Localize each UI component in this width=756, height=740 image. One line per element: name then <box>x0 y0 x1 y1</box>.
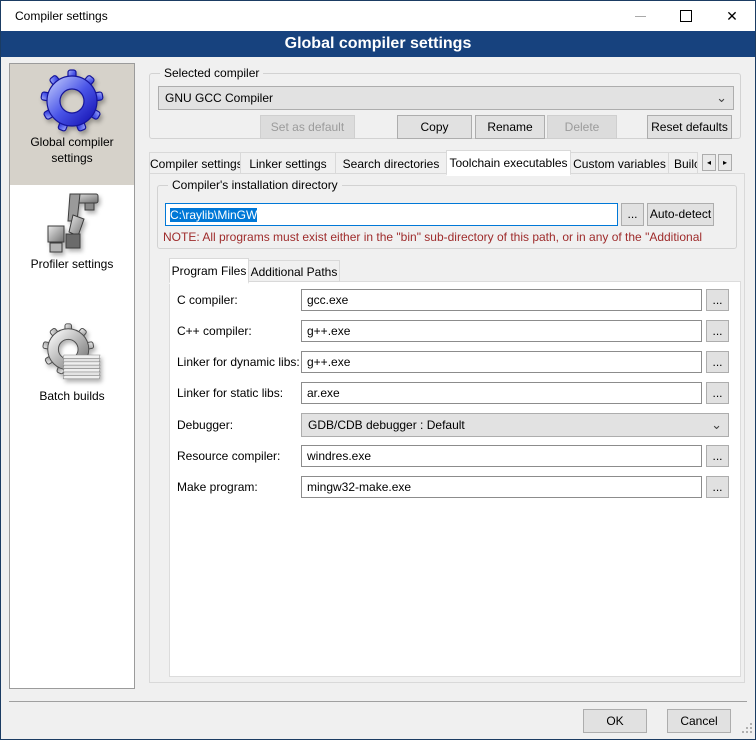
sidebar-item-label: Profiler settings <box>31 257 114 273</box>
sidebar-item-label: Global compiler settings <box>10 135 134 166</box>
c-compiler-field[interactable] <box>301 289 702 311</box>
install-dir-browse-button[interactable]: ... <box>621 203 644 226</box>
close-button[interactable]: ✕ <box>709 1 755 31</box>
tab-toolchain-executables[interactable]: Toolchain executables <box>446 150 571 176</box>
delete-button[interactable]: Delete <box>547 115 617 139</box>
ok-button[interactable]: OK <box>583 709 647 733</box>
page-title: Global compiler settings <box>1 31 755 57</box>
program-files-tabs: Program Files Additional Paths <box>169 259 339 282</box>
linker-dynamic-field[interactable] <box>301 351 702 373</box>
cpp-compiler-field[interactable] <box>301 320 702 342</box>
tab-scroller: ◂ ▸ <box>700 154 732 171</box>
cpp-compiler-browse-button[interactable]: ... <box>706 320 729 342</box>
rename-button[interactable]: Rename <box>475 115 545 139</box>
tab-scroll-left-icon[interactable]: ◂ <box>702 154 716 171</box>
maximize-icon <box>680 10 692 22</box>
resource-compiler-label: Resource compiler: <box>177 449 280 463</box>
cancel-button[interactable]: Cancel <box>667 709 731 733</box>
make-program-browse-button[interactable]: ... <box>706 476 729 498</box>
window-title: Compiler settings <box>15 9 108 23</box>
linker-dynamic-label: Linker for dynamic libs: <box>177 355 300 369</box>
set-as-default-button[interactable]: Set as default <box>260 115 355 139</box>
c-compiler-label: C compiler: <box>177 293 238 307</box>
compiler-select-value: GNU GCC Compiler <box>165 91 712 105</box>
compiler-tabs: Compiler settings Linker settings Search… <box>149 150 732 174</box>
compiler-select[interactable]: GNU GCC Compiler ⌄ <box>158 86 734 110</box>
selected-compiler-legend: Selected compiler <box>160 66 263 80</box>
gray-gear-stack-icon <box>40 323 104 387</box>
minimize-button[interactable] <box>617 1 663 31</box>
compiler-settings-dialog: Compiler settings ✕ Global compiler sett… <box>0 0 756 740</box>
sidebar-item-profiler-settings[interactable]: Profiler settings <box>10 191 134 301</box>
title-bar[interactable]: Compiler settings ✕ <box>1 1 755 31</box>
chevron-down-icon: ⌄ <box>711 420 722 430</box>
footer-divider <box>9 701 747 702</box>
linker-static-label: Linker for static libs: <box>177 386 283 400</box>
install-dir-selected-text: C:\raylib\MinGW <box>170 208 257 222</box>
bin-subdirectory-note: NOTE: All programs must exist either in … <box>163 230 733 244</box>
close-icon: ✕ <box>726 9 738 23</box>
sidebar-item-batch-builds[interactable]: Batch builds <box>10 323 134 433</box>
chevron-down-icon: ⌄ <box>716 93 727 103</box>
tab-search-directories[interactable]: Search directories <box>335 152 447 174</box>
sidebar-item-global-compiler-settings[interactable]: Global compiler settings <box>10 64 134 185</box>
window-controls: ✕ <box>617 1 755 31</box>
caliper-icon <box>40 191 104 255</box>
reset-defaults-button[interactable]: Reset defaults <box>647 115 732 139</box>
resize-grip[interactable] <box>742 722 752 736</box>
debugger-label: Debugger: <box>177 418 233 432</box>
tab-compiler-settings[interactable]: Compiler settings <box>149 152 241 174</box>
tab-build-options-truncated[interactable]: Builc <box>668 152 698 174</box>
make-program-field[interactable] <box>301 476 702 498</box>
debugger-select-value: GDB/CDB debugger : Default <box>308 418 707 432</box>
install-dir-input[interactable]: C:\raylib\MinGW <box>165 203 618 226</box>
linker-static-field[interactable] <box>301 382 702 404</box>
selected-compiler-group: Selected compiler GNU GCC Compiler ⌄ Set… <box>149 73 741 139</box>
blue-gear-icon <box>40 69 104 133</box>
tab-scroll-right-icon[interactable]: ▸ <box>718 154 732 171</box>
linker-dynamic-browse-button[interactable]: ... <box>706 351 729 373</box>
copy-button[interactable]: Copy <box>397 115 472 139</box>
tab-linker-settings[interactable]: Linker settings <box>240 152 336 174</box>
autodetect-button[interactable]: Auto-detect <box>647 203 714 226</box>
linker-static-browse-button[interactable]: ... <box>706 382 729 404</box>
cpp-compiler-label: C++ compiler: <box>177 324 252 338</box>
tab-custom-variables[interactable]: Custom variables <box>570 152 669 174</box>
installation-directory-legend: Compiler's installation directory <box>168 178 342 192</box>
settings-sidebar: Global compiler settings <box>9 63 135 689</box>
maximize-button[interactable] <box>663 1 709 31</box>
tab-additional-paths[interactable]: Additional Paths <box>248 260 340 282</box>
c-compiler-browse-button[interactable]: ... <box>706 289 729 311</box>
minimize-icon <box>635 16 646 17</box>
sidebar-item-label: Batch builds <box>39 389 104 405</box>
debugger-select[interactable]: GDB/CDB debugger : Default ⌄ <box>301 413 729 437</box>
resource-compiler-field[interactable] <box>301 445 702 467</box>
resource-compiler-browse-button[interactable]: ... <box>706 445 729 467</box>
tab-program-files[interactable]: Program Files <box>169 258 249 284</box>
make-program-label: Make program: <box>177 480 258 494</box>
